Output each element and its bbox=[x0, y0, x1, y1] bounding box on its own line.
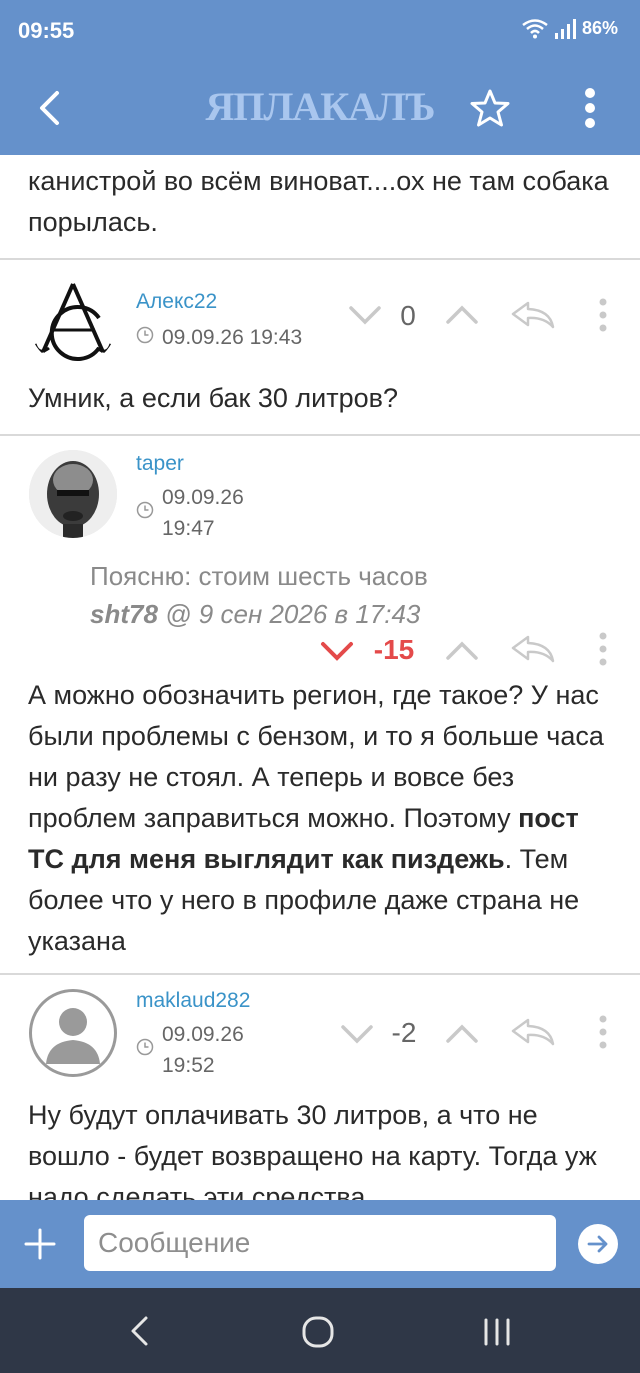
quote-block: Поясню: стоим шесть часов sht78 @ 9 сен … bbox=[90, 557, 428, 633]
comment-datetime: 09.09.26 19:47 bbox=[136, 482, 244, 544]
nav-back-icon bbox=[131, 1316, 148, 1346]
message-composer bbox=[0, 1200, 640, 1288]
status-bar: 09:55 86% bbox=[0, 0, 640, 60]
comment-score: -15 bbox=[373, 634, 415, 665]
star-icon bbox=[470, 89, 510, 127]
back-arrow-icon bbox=[40, 91, 59, 125]
comment-body: А можно обозначить регион, где такое? У … bbox=[0, 675, 640, 962]
avatar[interactable] bbox=[29, 450, 117, 538]
wifi-icon bbox=[522, 18, 548, 38]
reply-icon bbox=[511, 301, 555, 329]
vote-down-button[interactable] bbox=[320, 640, 354, 662]
message-input[interactable] bbox=[84, 1215, 556, 1271]
status-icons: 86% bbox=[522, 18, 618, 39]
more-vert-icon bbox=[599, 632, 607, 666]
battery-level: 86% bbox=[581, 18, 618, 38]
status-time: 09:55 bbox=[18, 18, 75, 43]
clock-icon bbox=[136, 1038, 154, 1056]
comment-menu-button[interactable] bbox=[598, 1015, 608, 1049]
comment-datetime-text: 09.09.26 19:43 bbox=[162, 326, 303, 349]
vote-down-button[interactable] bbox=[340, 1023, 374, 1045]
more-vert-icon bbox=[585, 88, 595, 128]
avatar[interactable] bbox=[29, 989, 117, 1077]
send-button[interactable] bbox=[578, 1224, 618, 1264]
nav-recents-button[interactable] bbox=[480, 1316, 514, 1348]
quote-date: 9 сен 2026 в 17:43 bbox=[198, 599, 421, 629]
app-header: ЯПЛАКАЛЪ bbox=[0, 60, 640, 155]
signal-icon bbox=[554, 18, 576, 39]
comment-body: Ну будут оплачивать 30 литров, а что не … bbox=[28, 1100, 597, 1200]
clock-icon bbox=[136, 501, 154, 519]
clock-icon bbox=[136, 326, 154, 344]
chevron-down-icon bbox=[349, 306, 381, 325]
avatar-logo-image bbox=[33, 283, 113, 361]
vote-up-button[interactable] bbox=[445, 640, 479, 662]
quote-text: Поясню: стоим шесть часов bbox=[90, 561, 428, 591]
comment-date: 09.09.26 bbox=[162, 486, 244, 509]
plus-icon bbox=[24, 1228, 56, 1260]
reply-button[interactable] bbox=[510, 300, 556, 330]
vote-up-button[interactable] bbox=[445, 1023, 479, 1045]
back-button[interactable] bbox=[20, 78, 80, 138]
nav-home-button[interactable] bbox=[300, 1314, 336, 1350]
system-nav-bar bbox=[0, 1288, 640, 1373]
comment-time: 19:52 bbox=[162, 1054, 215, 1077]
more-vert-icon bbox=[599, 1015, 607, 1049]
avatar[interactable] bbox=[29, 278, 117, 366]
default-avatar-icon bbox=[46, 1008, 100, 1064]
comment-datetime: 09.09.26 19:52 bbox=[136, 1019, 244, 1081]
more-vert-icon bbox=[599, 298, 607, 332]
vote-down-button[interactable] bbox=[348, 304, 382, 326]
comment-menu-button[interactable] bbox=[598, 632, 608, 666]
chevron-up-icon bbox=[446, 641, 478, 660]
reply-icon bbox=[511, 635, 555, 663]
nav-recents-icon bbox=[484, 1318, 510, 1346]
vote-up-button[interactable] bbox=[445, 304, 479, 326]
nav-back-button[interactable] bbox=[124, 1314, 158, 1348]
comments-feed[interactable]: канистрой во всём виноват....ох не там с… bbox=[0, 155, 640, 1200]
avatar-photo-image bbox=[29, 450, 117, 538]
send-icon bbox=[587, 1235, 608, 1253]
site-logo[interactable]: ЯПЛАКАЛЪ bbox=[195, 82, 445, 132]
quote-author[interactable]: sht78 bbox=[90, 599, 158, 629]
reply-button[interactable] bbox=[510, 1017, 556, 1047]
comment-time: 19:47 bbox=[162, 517, 215, 540]
top-bar: 09:55 86% ЯПЛАКАЛЪ bbox=[0, 0, 640, 155]
comment: maklaud282 09.09.26 19:52 -2 Ну будут оп… bbox=[0, 975, 640, 1200]
favorite-button[interactable] bbox=[460, 78, 520, 138]
comment: Алекс22 09.09.26 19:43 0 Умник, а если б… bbox=[0, 260, 640, 435]
more-button[interactable] bbox=[560, 78, 620, 138]
chevron-down-icon bbox=[341, 1025, 373, 1044]
reply-icon bbox=[511, 1018, 555, 1046]
chevron-up-icon bbox=[446, 305, 478, 324]
nav-home-icon bbox=[302, 1316, 334, 1348]
app-root: 09:55 86% ЯПЛАКАЛЪ канистрой во всём вин… bbox=[0, 0, 640, 1373]
comment-score: -2 bbox=[391, 1017, 417, 1048]
comment-datetime: 09.09.26 19:43 bbox=[136, 322, 302, 353]
chevron-up-icon bbox=[446, 1024, 478, 1043]
previous-comment-text: канистрой во всём виноват....ох не там с… bbox=[28, 166, 609, 237]
attach-button[interactable] bbox=[22, 1226, 58, 1262]
comment-username[interactable]: Алекс22 bbox=[136, 290, 217, 314]
reply-button[interactable] bbox=[510, 634, 556, 664]
comment-score: 0 bbox=[400, 300, 416, 331]
comment-username[interactable]: taper bbox=[136, 452, 184, 476]
comment-datetime-text: 09.09.26 19:52 bbox=[162, 1019, 244, 1081]
quote-attribution: sht78 @ 9 сен 2026 в 17:43 bbox=[90, 595, 428, 633]
comment-body: Умник, а если бак 30 литров? bbox=[28, 383, 398, 413]
comment-datetime-text: 09.09.26 19:47 bbox=[162, 482, 244, 544]
chevron-down-icon bbox=[321, 642, 353, 661]
comment-username[interactable]: maklaud282 bbox=[136, 989, 250, 1013]
quote-at: @ bbox=[165, 599, 192, 629]
comment-menu-button[interactable] bbox=[598, 298, 608, 332]
comment-date: 09.09.26 bbox=[162, 1023, 244, 1046]
